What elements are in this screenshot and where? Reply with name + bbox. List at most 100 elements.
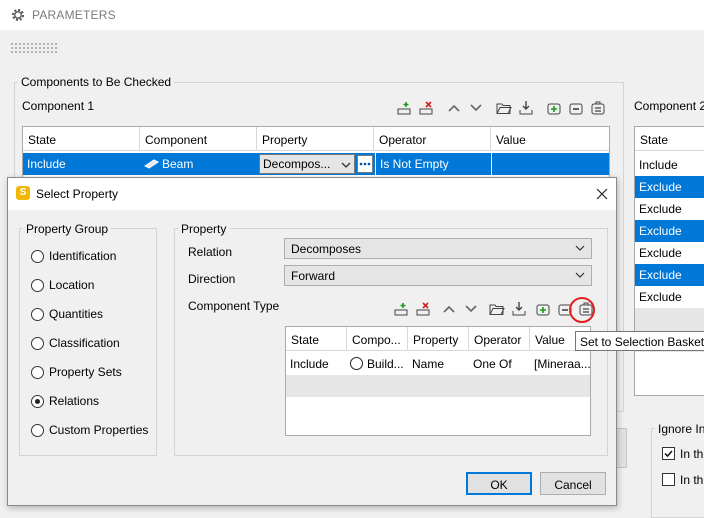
column-header-operator[interactable]: Operator	[469, 327, 530, 351]
radio-label: Location	[49, 278, 95, 292]
cell-state: Exclude	[639, 246, 682, 260]
basket-remove-button[interactable]	[568, 100, 584, 116]
radio-button[interactable]	[31, 250, 44, 263]
delete-row-icon	[419, 101, 433, 115]
move-up-button[interactable]	[441, 301, 457, 317]
add-row-button[interactable]	[393, 301, 409, 317]
table-row[interactable]: Exclude	[635, 242, 704, 264]
delete-row-icon	[416, 302, 430, 316]
radio-label: Property Sets	[49, 365, 122, 379]
download-button[interactable]	[518, 100, 534, 116]
window-title: PARAMETERS	[32, 8, 116, 22]
add-row-icon	[394, 303, 408, 316]
radio-quantities[interactable]: Quantities	[31, 307, 151, 323]
table-row[interactable]: Exclude	[635, 176, 704, 198]
cancel-button[interactable]: Cancel	[540, 472, 606, 495]
grid-empty-row	[635, 308, 704, 330]
move-up-button[interactable]	[446, 100, 462, 116]
column-header-property[interactable]: Property	[257, 127, 374, 151]
radio-button-selected[interactable]	[31, 395, 44, 408]
add-row-button[interactable]	[396, 100, 412, 116]
radio-property-sets[interactable]: Property Sets	[31, 365, 151, 381]
cell-value	[491, 153, 609, 175]
property-dropdown[interactable]: Decompos...	[259, 154, 355, 174]
cell-state: Exclude	[639, 290, 682, 304]
table-row[interactable]: Exclude	[635, 198, 704, 220]
ok-button[interactable]: OK	[466, 472, 532, 495]
component-type-grid: State Compo... Property Operator Value I…	[285, 326, 591, 436]
property-more-button[interactable]	[357, 155, 373, 173]
relation-select[interactable]: Decomposes	[284, 238, 592, 259]
column-header-state[interactable]: State	[286, 327, 347, 351]
download-button[interactable]	[511, 301, 527, 317]
component-type-label: Component Type	[188, 299, 280, 313]
ignore-option1-checkbox[interactable]	[662, 447, 675, 460]
column-header-operator[interactable]: Operator	[374, 127, 491, 151]
chevron-down-icon	[575, 272, 585, 278]
column-header-component[interactable]: Component	[140, 127, 257, 151]
table-row[interactable]: Exclude	[635, 264, 704, 286]
radio-classification[interactable]: Classification	[31, 336, 151, 352]
property-frame-title: Property	[178, 222, 230, 236]
cell-state: Exclude	[639, 180, 682, 194]
table-row[interactable]: Include Build... Name One Of [Mineraa...	[286, 353, 590, 375]
direction-select[interactable]: Forward	[284, 265, 592, 286]
open-folder-button[interactable]	[489, 301, 505, 317]
basket-add-icon	[547, 103, 561, 115]
column-header-state[interactable]: State	[635, 127, 704, 151]
basket-add-button[interactable]	[546, 100, 562, 116]
basket-remove-icon	[569, 103, 583, 115]
folder-open-icon	[496, 103, 512, 114]
radio-location[interactable]: Location	[31, 278, 151, 294]
basket-set-button[interactable]	[590, 100, 606, 116]
column-header-state[interactable]: State	[23, 127, 140, 151]
radio-custom-properties[interactable]: Custom Properties	[31, 423, 156, 439]
checkmark-icon	[664, 450, 673, 458]
add-row-icon	[397, 102, 411, 115]
select-property-dialog: S Select Property Property Group Identif…	[7, 177, 617, 506]
download-icon	[519, 101, 533, 115]
radio-label: Classification	[49, 336, 120, 350]
components-group-title: Components to Be Checked	[18, 75, 175, 89]
delete-row-button[interactable]	[415, 301, 431, 317]
open-folder-button[interactable]	[496, 100, 512, 116]
hidden-button[interactable]	[617, 428, 627, 468]
chevron-down-icon	[465, 305, 477, 313]
ignore-option2-checkbox[interactable]	[662, 473, 675, 486]
basket-set-icon	[591, 101, 605, 115]
direction-label: Direction	[188, 272, 236, 286]
cell-component: Build...	[347, 353, 408, 375]
dialog-title: Select Property	[36, 187, 119, 201]
table-row[interactable]: Exclude	[635, 286, 704, 308]
chevron-up-icon	[448, 104, 460, 112]
table-row[interactable]: Exclude	[635, 220, 704, 242]
radio-button[interactable]	[31, 366, 44, 379]
delete-row-button[interactable]	[418, 100, 434, 116]
ignore-option2-label: In th	[680, 473, 704, 487]
radio-button[interactable]	[31, 308, 44, 321]
radio-identification[interactable]: Identification	[31, 249, 151, 265]
column-header-value[interactable]: Value	[491, 127, 609, 151]
radio-button[interactable]	[31, 424, 44, 437]
component-circle-icon	[350, 357, 363, 370]
dialog-titlebar: S Select Property	[8, 178, 616, 210]
table-row[interactable]: Include Beam Decompos... Is Not Empty	[23, 153, 609, 175]
tooltip: Set to Selection Basket	[575, 331, 704, 351]
move-down-button[interactable]	[468, 100, 484, 116]
column-header-property[interactable]: Property	[408, 327, 469, 351]
radio-button[interactable]	[31, 279, 44, 292]
cell-state: Include	[27, 157, 66, 171]
component2-label: Component 2	[634, 99, 704, 113]
column-header-component[interactable]: Compo...	[347, 327, 408, 351]
component-type-toolbar	[393, 301, 593, 319]
basket-add-button[interactable]	[535, 301, 551, 317]
radio-relations[interactable]: Relations	[31, 394, 151, 410]
radio-button[interactable]	[31, 337, 44, 350]
ignore-group-title: Ignore In	[655, 422, 704, 436]
table-row[interactable]: Include	[635, 154, 704, 176]
move-down-button[interactable]	[463, 301, 479, 317]
basket-add-icon	[536, 304, 550, 316]
drag-handle[interactable]	[10, 42, 58, 54]
chevron-down-icon	[341, 162, 351, 168]
close-icon[interactable]	[596, 188, 608, 200]
